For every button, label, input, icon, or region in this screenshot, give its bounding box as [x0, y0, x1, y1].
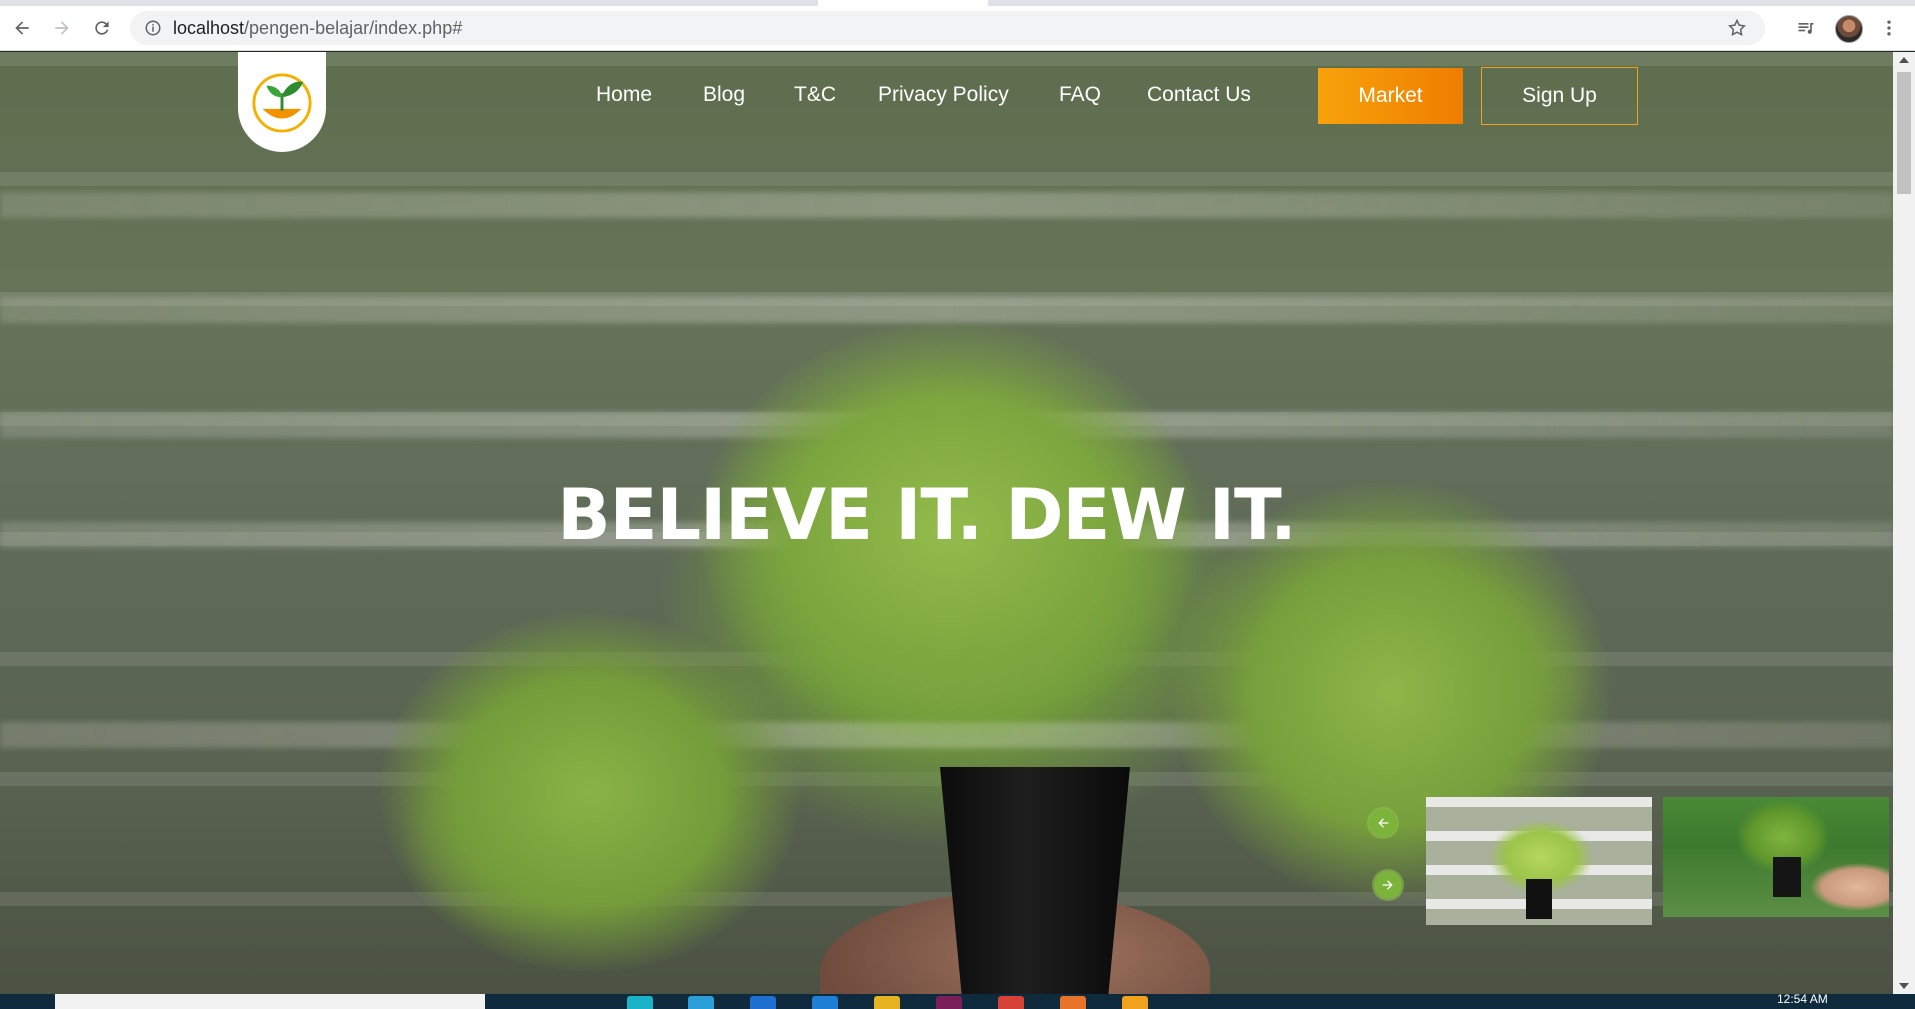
taskbar-clock: 12:54 AM — [1777, 992, 1828, 1006]
os-taskbar: 12:54 AM — [0, 992, 1915, 1009]
taskbar-search[interactable] — [55, 994, 485, 1009]
site-logo[interactable] — [238, 52, 326, 152]
taskbar-app-icon[interactable] — [750, 996, 776, 1009]
plant-pot — [940, 767, 1130, 994]
thumbnail-pot — [1526, 879, 1552, 919]
thumbnail-pot — [1773, 857, 1801, 897]
market-button[interactable]: Market — [1318, 68, 1463, 124]
nav-privacy-policy[interactable]: Privacy Policy — [878, 83, 1009, 107]
browser-menu-button[interactable] — [1876, 15, 1902, 41]
bg-greenhouse-row — [0, 192, 1893, 218]
nav-blog[interactable]: Blog — [703, 83, 745, 107]
star-icon[interactable] — [1727, 18, 1747, 38]
url-path: /pengen-belajar/index.php# — [244, 18, 463, 38]
scroll-down-arrow[interactable] — [1899, 983, 1909, 989]
lettuce-leaves — [380, 612, 800, 972]
url-text: localhost/pengen-belajar/index.php# — [173, 18, 462, 39]
slider-prev-button[interactable] — [1369, 809, 1397, 837]
page-viewport: Home Blog T&C Privacy Policy FAQ Contact… — [0, 52, 1893, 994]
address-bar[interactable]: localhost/pengen-belajar/index.php# — [130, 11, 1765, 45]
arrow-right-icon — [1382, 880, 1393, 890]
forward-button[interactable] — [49, 15, 75, 41]
taskbar-app-icon[interactable] — [812, 996, 838, 1009]
browser-toolbar: localhost/pengen-belajar/index.php# — [0, 6, 1915, 51]
taskbar-app-icon[interactable] — [1060, 996, 1086, 1009]
hero-headline: BELIEVE IT. DEW IT. — [0, 474, 1893, 556]
kebab-menu-icon — [1887, 20, 1891, 36]
page-scrollbar[interactable] — [1893, 52, 1915, 994]
taskbar-app-icon[interactable] — [874, 996, 900, 1009]
arrow-left-icon — [1378, 818, 1389, 828]
reload-button[interactable] — [89, 15, 115, 41]
nav-home[interactable]: Home — [596, 83, 652, 107]
media-queue-button[interactable] — [1793, 15, 1819, 41]
taskbar-app-icon[interactable] — [688, 996, 714, 1009]
signup-button[interactable]: Sign Up — [1481, 67, 1638, 125]
back-button[interactable] — [9, 15, 35, 41]
taskbar-app-icon[interactable] — [998, 996, 1024, 1009]
taskbar-app-icon[interactable] — [627, 996, 653, 1009]
scrollbar-thumb[interactable] — [1897, 72, 1911, 194]
forward-arrow-icon — [55, 21, 69, 35]
scroll-up-arrow[interactable] — [1899, 57, 1909, 63]
nav-contact-us[interactable]: Contact Us — [1147, 83, 1251, 107]
media-queue-icon — [1798, 23, 1814, 34]
url-host: localhost — [173, 18, 245, 38]
sprout-logo-icon — [252, 73, 312, 133]
taskbar-app-icon[interactable] — [1122, 996, 1148, 1009]
slider-thumbnail[interactable] — [1426, 797, 1652, 925]
back-arrow-icon — [15, 21, 29, 35]
bg-greenhouse-row — [0, 297, 1893, 323]
slider-thumbnail[interactable] — [1663, 797, 1889, 917]
info-icon[interactable] — [144, 19, 162, 37]
slider-next-button[interactable] — [1374, 871, 1402, 899]
nav-tnc[interactable]: T&C — [794, 83, 836, 107]
taskbar-app-icon[interactable] — [936, 996, 962, 1009]
nav-faq[interactable]: FAQ — [1059, 83, 1101, 107]
hero-headline-text: BELIEVE IT. DEW IT. — [557, 474, 1296, 556]
reload-icon — [95, 21, 109, 35]
profile-avatar[interactable] — [1835, 15, 1863, 43]
